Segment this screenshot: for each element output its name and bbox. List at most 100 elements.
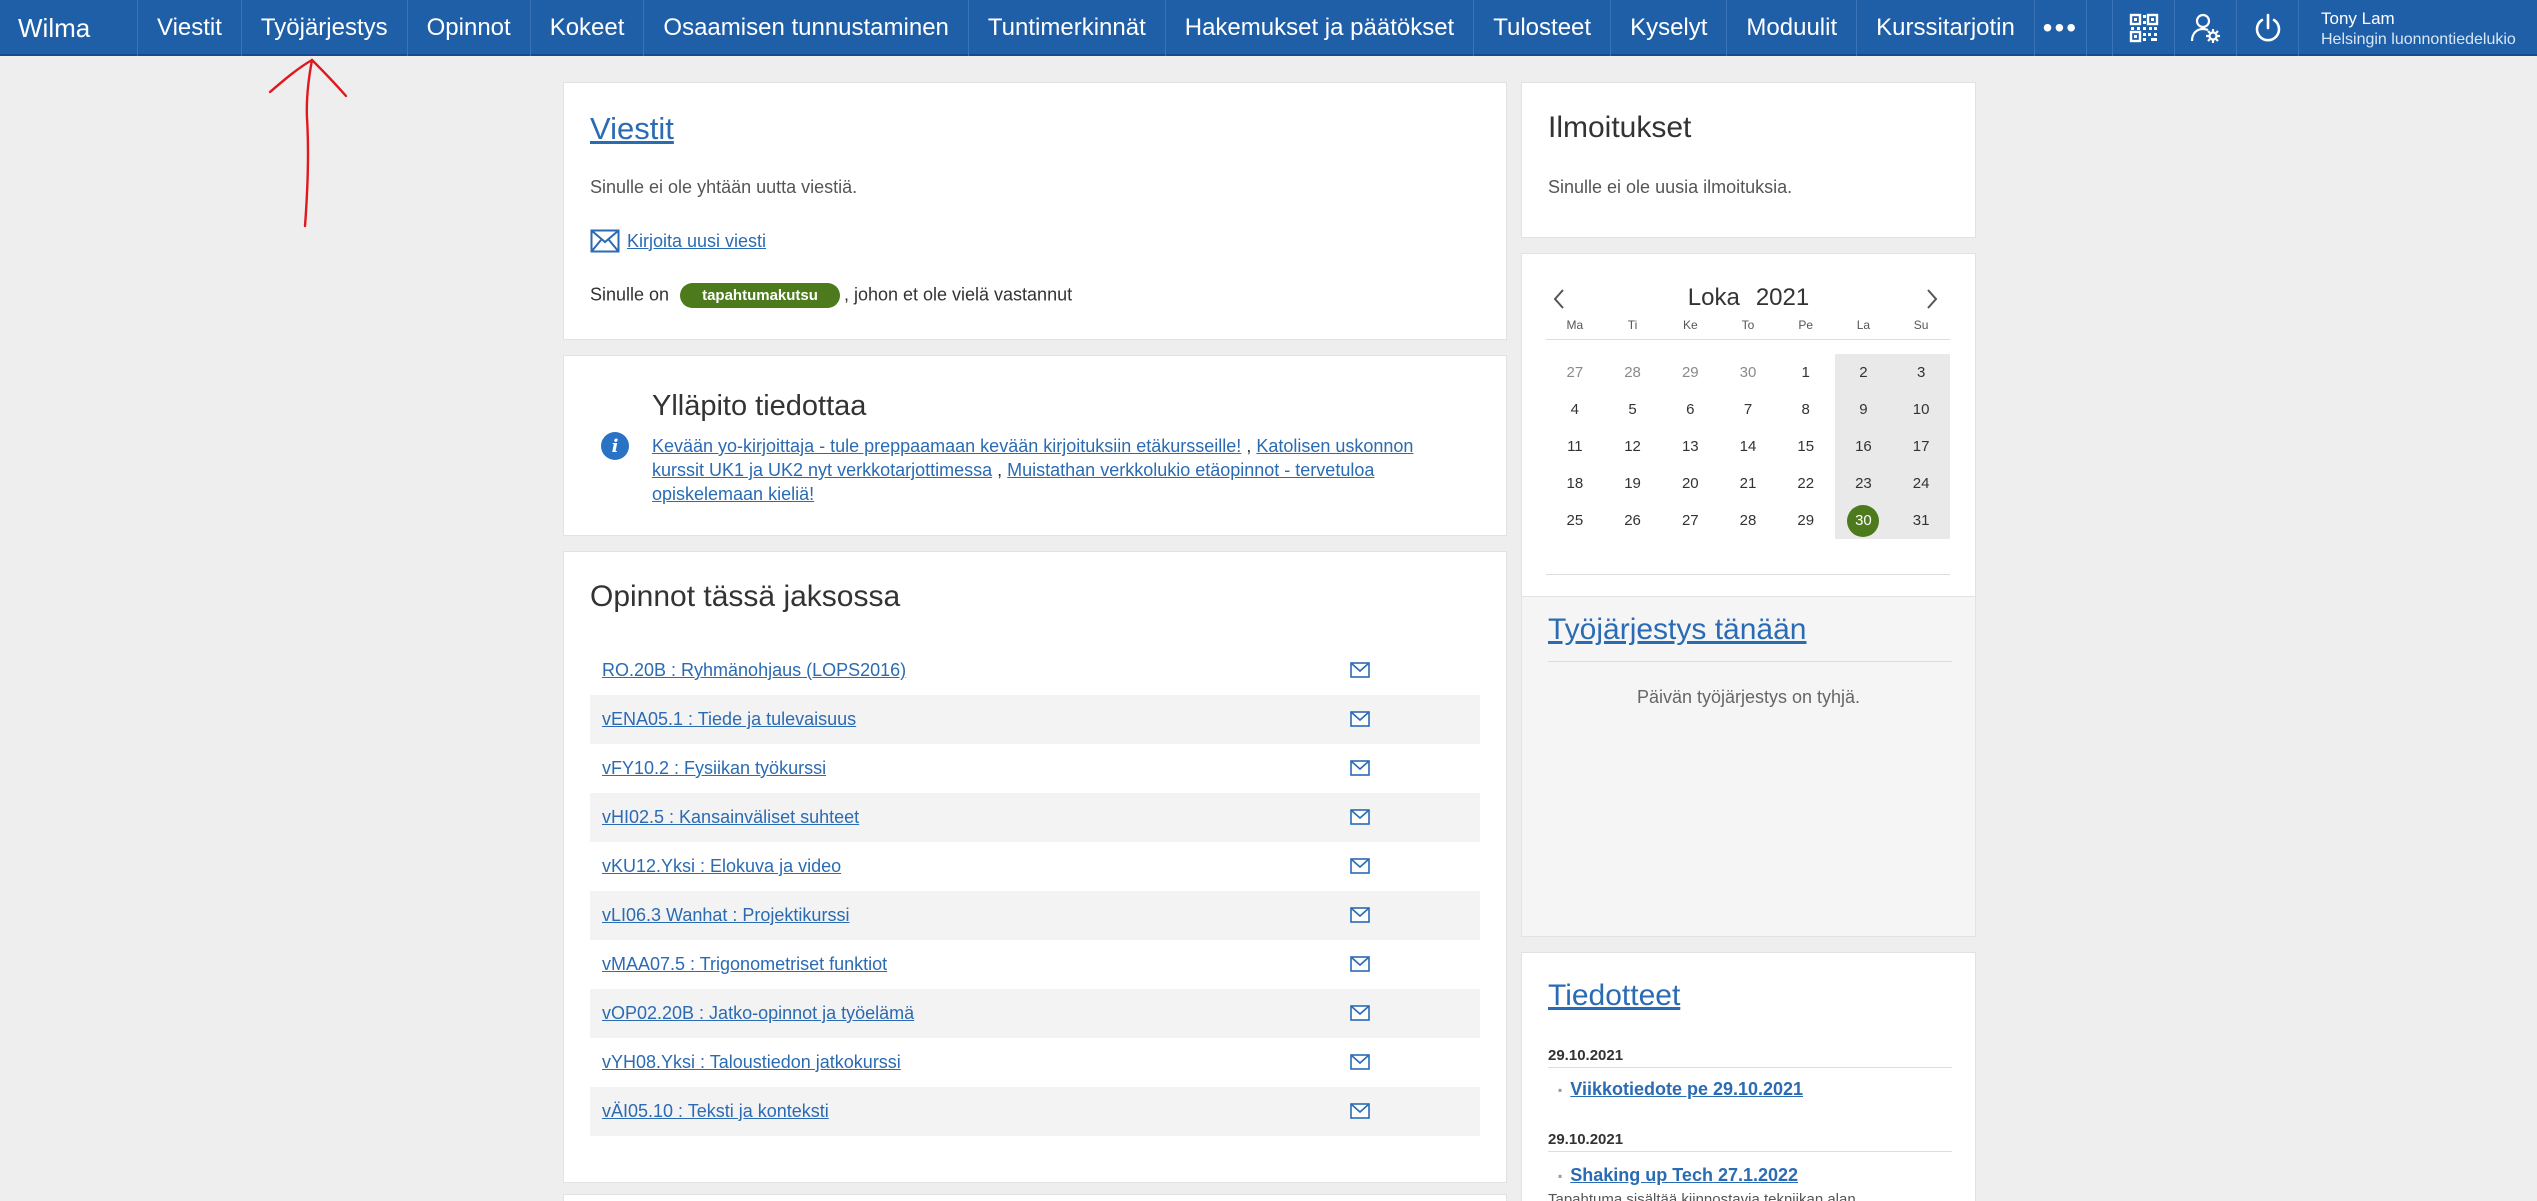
announcement-link-yo-kirjoittaja[interactable]: Kevään yo-kirjoittaja - tule preppaamaan…	[652, 436, 1241, 456]
calendar-day[interactable]: 27	[1661, 502, 1719, 539]
mail-icon[interactable]	[1350, 858, 1370, 874]
invite-text-post: , johon et ole vielä vastannut	[843, 284, 1073, 305]
course-link[interactable]: vOP02.20B : Jatko-opinnot ja työelämä	[602, 1003, 914, 1024]
user-info[interactable]: Tony Lam Helsingin luonnontiedelukio	[2298, 0, 2537, 56]
calendar-day-number: 28	[1739, 512, 1757, 529]
schedule-today-title-link[interactable]: Työjärjestys tänään	[1548, 613, 1806, 647]
calendar-day[interactable]: 30	[1834, 502, 1893, 539]
mail-icon[interactable]	[1350, 1054, 1370, 1070]
calendar-weekday: Ma	[1566, 318, 1584, 332]
course-link[interactable]: vFY10.2 : Fysiikan työkurssi	[602, 758, 826, 779]
calendar-day[interactable]: 24	[1892, 465, 1950, 502]
nav-tuntimerkinnat[interactable]: Tuntimerkinnät	[969, 0, 1166, 56]
event-invite-badge[interactable]: tapahtumakutsu	[680, 283, 840, 308]
bullet-icon: ▪	[1558, 1083, 1563, 1098]
mail-icon[interactable]	[1350, 662, 1370, 678]
calendar-day[interactable]: 2	[1834, 354, 1893, 391]
calendar-day[interactable]: 8	[1777, 391, 1835, 428]
mail-icon[interactable]	[1350, 956, 1370, 972]
calendar-day[interactable]: 22	[1777, 465, 1835, 502]
nav-opinnot[interactable]: Opinnot	[408, 0, 531, 56]
course-link[interactable]: vMAA07.5 : Trigonometriset funktiot	[602, 954, 887, 975]
calendar-day[interactable]: 29	[1777, 502, 1835, 539]
mail-icon[interactable]	[1350, 907, 1370, 923]
calendar-day[interactable]: 1	[1777, 354, 1835, 391]
calendar-day[interactable]: 17	[1892, 428, 1950, 465]
messages-title-link[interactable]: Viestit	[590, 111, 674, 147]
course-link[interactable]: RO.20B : Ryhmänohjaus (LOPS2016)	[602, 660, 906, 681]
calendar-day[interactable]: 29	[1661, 354, 1719, 391]
mail-icon[interactable]	[1350, 809, 1370, 825]
course-link[interactable]: vHI02.5 : Kansainväliset suhteet	[602, 807, 859, 828]
course-row: vOP02.20B : Jatko-opinnot ja työelämä	[590, 989, 1480, 1038]
calendar-day-number: 29	[1681, 364, 1699, 381]
calendar-day[interactable]: 7	[1719, 391, 1777, 428]
calendar-day[interactable]: 31	[1892, 502, 1950, 539]
calendar-day[interactable]: 20	[1661, 465, 1719, 502]
mail-icon[interactable]	[1350, 760, 1370, 776]
calendar-day[interactable]: 10	[1892, 391, 1950, 428]
chevron-right-icon[interactable]	[1925, 288, 1939, 310]
nav-osaamisen-tunnustaminen[interactable]: Osaamisen tunnustaminen	[644, 0, 969, 56]
calendar-day[interactable]: 30	[1719, 354, 1777, 391]
mail-icon[interactable]	[1350, 1103, 1370, 1119]
logout-power-icon[interactable]	[2236, 0, 2298, 56]
bulletin-link[interactable]: Viikkotiedote pe 29.10.2021	[1570, 1079, 1803, 1099]
calendar-day-number: 17	[1912, 438, 1930, 455]
calendar-day[interactable]: 28	[1719, 502, 1777, 539]
calendar-day[interactable]: 27	[1546, 354, 1604, 391]
announcement-link-verkkolukio-cont[interactable]: opiskelemaan kieliä!	[652, 484, 814, 504]
calendar-day[interactable]: 12	[1604, 428, 1662, 465]
calendar-day[interactable]: 5	[1604, 391, 1662, 428]
nav-kurssitarjotin[interactable]: Kurssitarjotin	[1857, 0, 2035, 56]
calendar-day[interactable]: 15	[1777, 428, 1835, 465]
notices-panel: Ilmoitukset Sinulle ei ole uusia ilmoitu…	[1521, 82, 1976, 238]
nav-moduulit[interactable]: Moduulit	[1727, 0, 1858, 56]
announcement-link-verkkolukio[interactable]: Muistathan verkkolukio etäopinnot - terv…	[1007, 460, 1374, 480]
calendar-day[interactable]: 9	[1834, 391, 1893, 428]
announcement-link-katolisen-uskonnon[interactable]: Katolisen uskonnon	[1256, 436, 1413, 456]
calendar-day[interactable]: 19	[1604, 465, 1662, 502]
qr-code-icon[interactable]	[2112, 0, 2174, 56]
nav-tulosteet[interactable]: Tulosteet	[1474, 0, 1612, 56]
course-link[interactable]: vÄI05.10 : Teksti ja konteksti	[602, 1101, 829, 1122]
compose-row[interactable]: Kirjoita uusi viesti	[590, 229, 766, 253]
calendar-day[interactable]: 23	[1834, 465, 1893, 502]
calendar-day[interactable]: 28	[1604, 354, 1662, 391]
calendar-day[interactable]: 13	[1661, 428, 1719, 465]
calendar-day[interactable]: 3	[1892, 354, 1950, 391]
mail-icon[interactable]	[1350, 1005, 1370, 1021]
calendar-day[interactable]: 4	[1546, 391, 1604, 428]
nav-tyojarjestys[interactable]: Työjärjestys	[242, 0, 408, 56]
nav-viestit[interactable]: Viestit	[138, 0, 242, 56]
wilma-logo[interactable]: Wilma	[0, 0, 138, 56]
calendar-day-number: 12	[1624, 438, 1641, 455]
course-link[interactable]: vKU12.Yksi : Elokuva ja video	[602, 856, 841, 877]
nav-kokeet[interactable]: Kokeet	[531, 0, 645, 56]
calendar-month-year: Loka 2021	[1522, 284, 1975, 312]
more-menu-icon[interactable]: •••	[2035, 0, 2087, 56]
announcement-link-katolisen-uskonnon-cont[interactable]: kurssit UK1 ja UK2 nyt verkkotarjottimes…	[652, 460, 992, 480]
nav-kyselyt[interactable]: Kyselyt	[1611, 0, 1728, 56]
compose-message-link[interactable]: Kirjoita uusi viesti	[627, 231, 766, 252]
bulletin-link[interactable]: Shaking up Tech 27.1.2022	[1570, 1165, 1798, 1185]
calendar-day[interactable]: 11	[1546, 428, 1604, 465]
calendar-day-number: 18	[1566, 475, 1584, 492]
calendar-day-number: 29	[1797, 512, 1815, 529]
calendar-day[interactable]: 21	[1719, 465, 1777, 502]
calendar-day[interactable]: 26	[1604, 502, 1662, 539]
top-navigation-bar: Wilma Viestit Työjärjestys Opinnot Kokee…	[0, 0, 2537, 56]
calendar-day[interactable]: 25	[1546, 502, 1604, 539]
calendar-day-number: 13	[1681, 438, 1699, 455]
bulletins-title-link[interactable]: Tiedotteet	[1548, 979, 1680, 1013]
calendar-day[interactable]: 6	[1661, 391, 1719, 428]
calendar-day[interactable]: 14	[1719, 428, 1777, 465]
calendar-day[interactable]: 18	[1546, 465, 1604, 502]
course-link[interactable]: vENA05.1 : Tiede ja tulevaisuus	[602, 709, 856, 730]
calendar-day[interactable]: 16	[1834, 428, 1893, 465]
course-link[interactable]: vYH08.Yksi : Taloustiedon jatkokurssi	[602, 1052, 901, 1073]
course-link[interactable]: vLI06.3 Wanhat : Projektikurssi	[602, 905, 849, 926]
nav-hakemukset-ja-paatokset[interactable]: Hakemukset ja päätökset	[1166, 0, 1475, 56]
user-settings-icon[interactable]	[2174, 0, 2236, 56]
mail-icon[interactable]	[1350, 711, 1370, 727]
